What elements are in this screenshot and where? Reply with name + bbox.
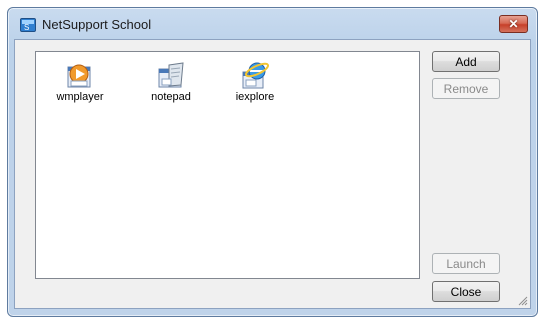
app-label: iexplore xyxy=(235,91,275,103)
window-close-button[interactable]: ✕ xyxy=(499,15,528,33)
title-bar[interactable]: S NetSupport School ✕ xyxy=(8,8,537,40)
app-label: notepad xyxy=(151,91,191,103)
list-item-wmplayer[interactable]: wmplayer xyxy=(45,60,115,103)
resize-grip-icon[interactable] xyxy=(517,295,528,306)
launch-button[interactable]: Launch xyxy=(432,253,500,274)
app-label: wmplayer xyxy=(56,91,104,103)
svg-text:S: S xyxy=(24,23,29,32)
remove-button[interactable]: Remove xyxy=(432,78,500,99)
list-item-notepad[interactable]: notepad xyxy=(136,60,206,103)
dialog-window: S NetSupport School ✕ wmplayer notepad i… xyxy=(7,7,538,317)
window-title: NetSupport School xyxy=(42,17,152,32)
add-button[interactable]: Add xyxy=(432,51,500,72)
dialog-client-area: wmplayer notepad iexplore Add Remove Lau… xyxy=(14,39,531,309)
netsupport-app-icon: S xyxy=(20,17,36,33)
notepad-icon xyxy=(158,62,184,88)
iexplore-icon xyxy=(242,62,270,89)
list-item-iexplore[interactable]: iexplore xyxy=(220,60,290,103)
close-button[interactable]: Close xyxy=(432,281,500,302)
applications-list[interactable]: wmplayer notepad iexplore xyxy=(35,51,420,279)
wmplayer-icon xyxy=(67,64,91,88)
